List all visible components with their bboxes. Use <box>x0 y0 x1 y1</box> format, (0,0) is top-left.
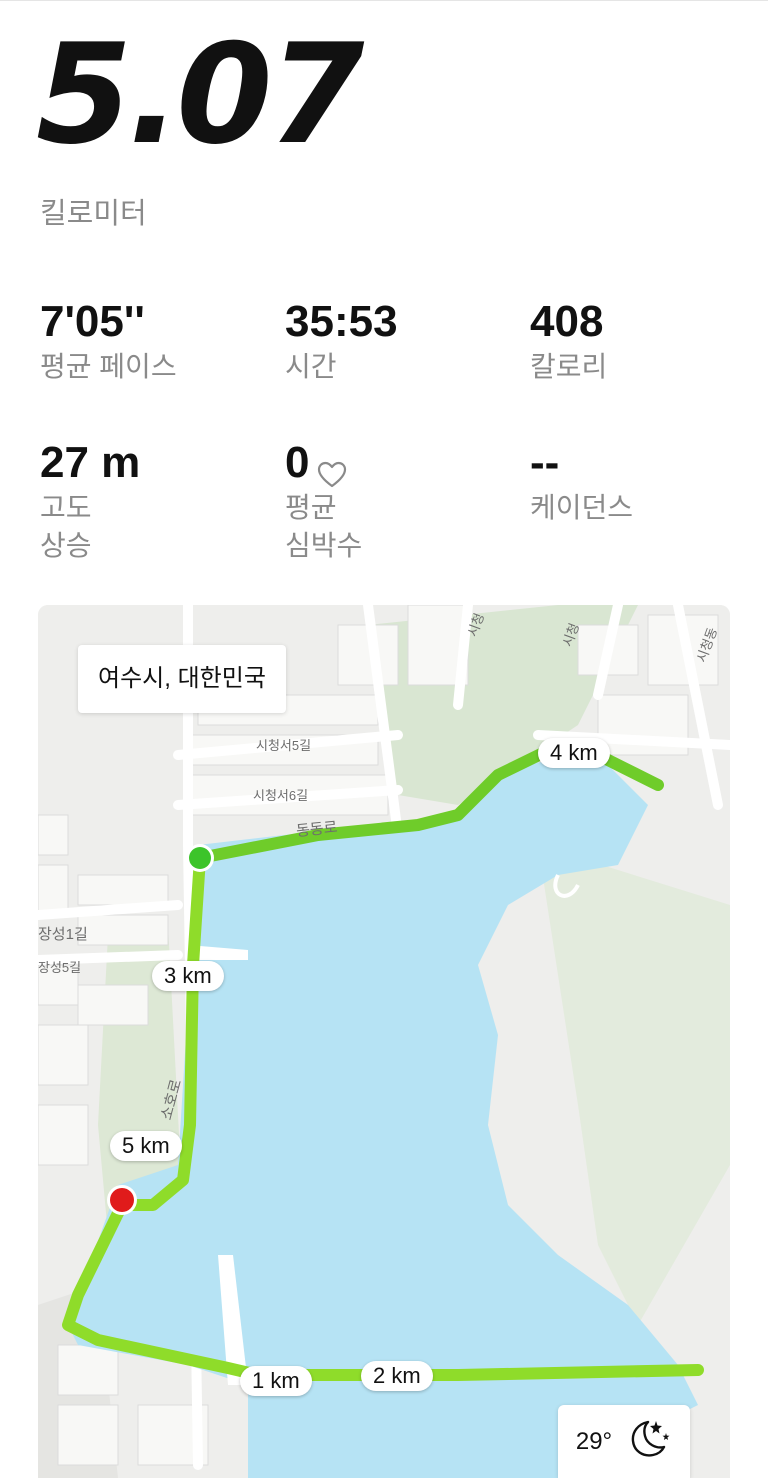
elevation-label-line2: 상승 <box>40 530 92 561</box>
stat-avg-pace: 7'05'' 평균 페이스 <box>40 296 177 386</box>
stat-time: 35:53 시간 <box>285 296 398 386</box>
top-divider <box>0 0 768 1</box>
road-label-siheongseo6: 시청서6길 <box>253 788 309 803</box>
heart-rate-value: 0 <box>285 438 310 487</box>
stat-calories: 408 칼로리 <box>530 296 607 386</box>
road-label-jangseong1: 장성1길 <box>38 926 88 943</box>
route-map[interactable]: 여수시, 대한민국 시청서5길 시청서6길 동동로 장성1길 장성5길 소호로 … <box>38 605 730 1478</box>
heart-outline-icon <box>317 449 347 488</box>
time-value: 35:53 <box>285 297 398 346</box>
time-label: 시간 <box>285 351 337 382</box>
elevation-label-line1: 고도 <box>40 492 92 523</box>
start-marker <box>189 847 211 869</box>
calories-value: 408 <box>530 297 604 346</box>
calories-label: 칼로리 <box>530 351 608 382</box>
elevation-value: 27 m <box>40 438 141 487</box>
weather-temperature: 29° <box>575 1427 613 1455</box>
moon-stars-icon <box>626 1418 672 1465</box>
km-marker-5: 5 km <box>110 1131 182 1161</box>
stat-avg-heart-rate: 0 평균 심박수 <box>285 437 362 565</box>
stat-elevation-gain: 27 m 고도 상승 <box>40 437 140 565</box>
road-label-jangseong5: 장성5길 <box>38 960 82 975</box>
map-canvas <box>38 605 730 1478</box>
avg-pace-value: 7'05'' <box>40 297 145 346</box>
km-marker-3: 3 km <box>152 961 224 991</box>
heart-rate-label-line2: 심박수 <box>285 530 363 561</box>
road-label-siheongseo5: 시청서5길 <box>256 738 312 753</box>
end-marker <box>110 1188 134 1212</box>
km-marker-2: 2 km <box>361 1361 433 1391</box>
stat-cadence: -- 케이던스 <box>530 437 633 527</box>
road-label-dongdongro: 동동로 <box>295 818 339 841</box>
location-chip: 여수시, 대한민국 <box>78 645 286 713</box>
distance-value: 5.07 <box>36 14 364 175</box>
km-marker-1: 1 km <box>240 1366 312 1396</box>
distance-unit: 킬로미터 <box>40 198 147 230</box>
cadence-label: 케이던스 <box>530 492 634 523</box>
heart-rate-label-line1: 평균 <box>285 492 337 523</box>
weather-chip: 29° <box>558 1405 690 1478</box>
cadence-value: -- <box>530 438 560 487</box>
km-marker-4: 4 km <box>538 738 610 768</box>
avg-pace-label: 평균 페이스 <box>40 351 177 382</box>
